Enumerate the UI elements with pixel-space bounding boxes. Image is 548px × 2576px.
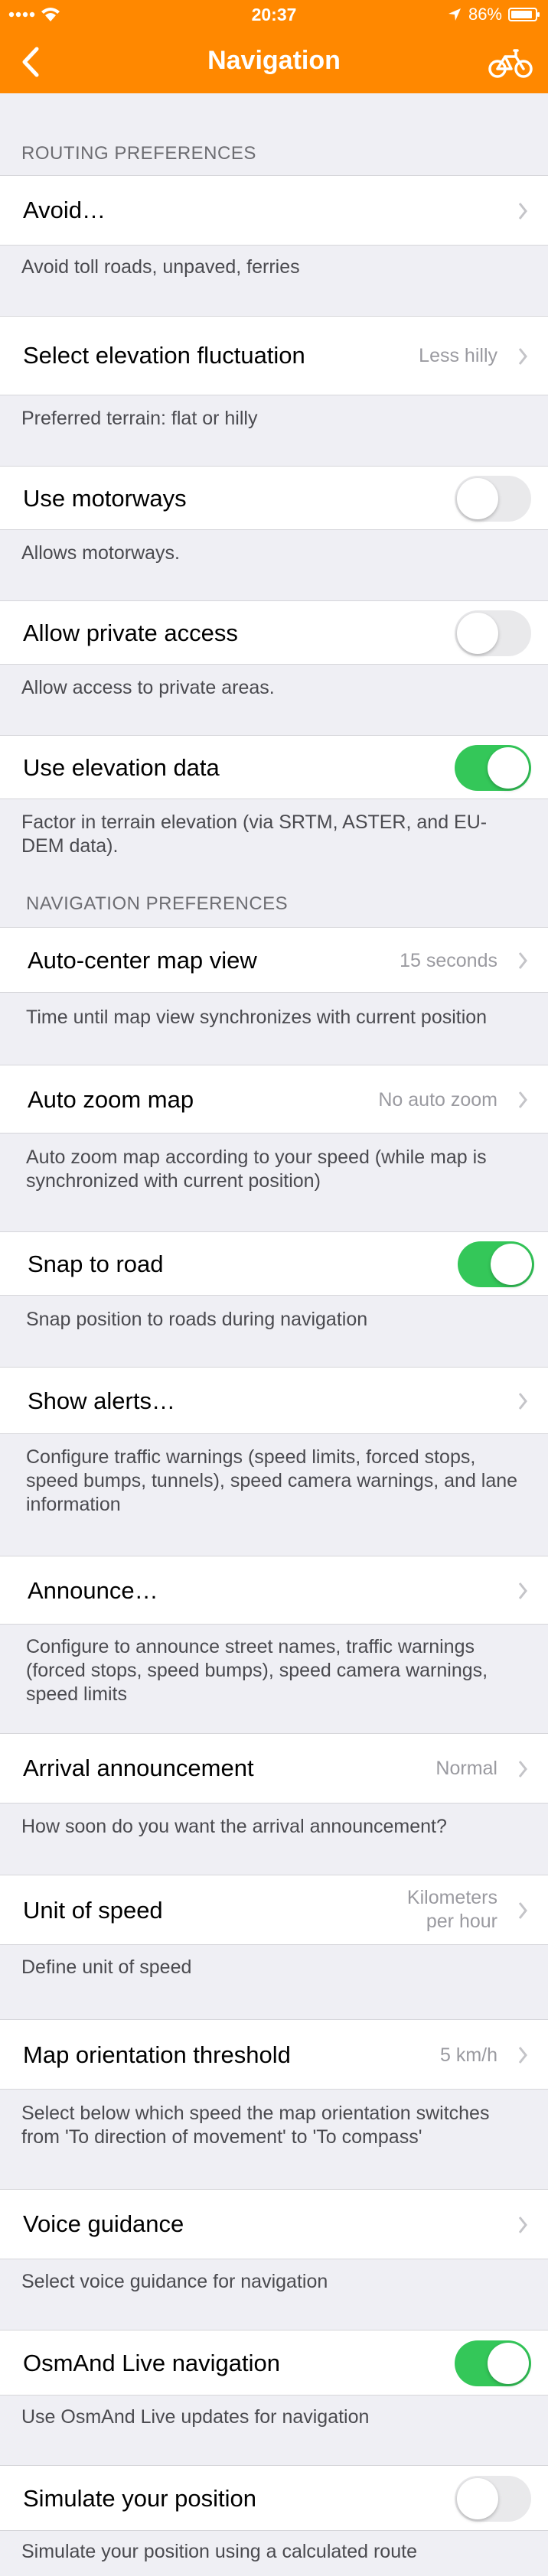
use-elevation-data-label: Use elevation data xyxy=(23,754,220,781)
auto-zoom-value: No auto zoom xyxy=(378,1089,497,1111)
snap-to-road-description: Snap position to roads during navigation xyxy=(26,1309,368,1330)
simulate-position-label: Simulate your position xyxy=(23,2485,256,2512)
profile-button[interactable] xyxy=(488,44,533,80)
chevron-right-icon xyxy=(518,1393,527,1410)
auto-center-description: Time until map view synchronizes with cu… xyxy=(26,1007,488,1028)
use-motorways-description: Allows motorways. xyxy=(21,542,180,564)
chevron-right-icon xyxy=(518,1761,527,1778)
chevron-right-icon xyxy=(518,1091,527,1108)
osmand-live-navigation-label: OsmAnd Live navigation xyxy=(23,2350,281,2376)
arrival-announcement-row[interactable]: Arrival announcement Normal xyxy=(0,1733,548,1804)
allow-private-access-toggle[interactable] xyxy=(455,610,531,656)
arrival-announcement-label: Arrival announcement xyxy=(23,1755,254,1781)
osmand-live-navigation-description: Use OsmAnd Live updates for navigation xyxy=(21,2406,370,2428)
battery-percent: 86% xyxy=(468,5,502,24)
auto-zoom-row[interactable]: Auto zoom map No auto zoom xyxy=(0,1065,548,1134)
auto-zoom-description: Auto zoom map according to your speed (w… xyxy=(26,1147,487,1192)
chevron-right-icon xyxy=(518,2047,527,2064)
voice-guidance-label: Voice guidance xyxy=(23,2210,184,2237)
auto-center-value: 15 seconds xyxy=(400,950,497,971)
allow-private-access-row: Allow private access xyxy=(0,600,548,665)
allow-private-access-label: Allow private access xyxy=(23,620,238,646)
chevron-right-icon xyxy=(518,203,527,220)
map-orientation-threshold-description: Select below which speed the map orienta… xyxy=(21,2103,490,2148)
use-motorways-toggle[interactable] xyxy=(455,476,531,522)
location-arrow-icon xyxy=(448,8,461,21)
auto-center-label: Auto-center map view xyxy=(28,947,257,974)
announce-label: Announce… xyxy=(28,1577,158,1604)
osmand-live-navigation-toggle[interactable] xyxy=(455,2340,531,2386)
use-motorways-row: Use motorways xyxy=(0,466,548,530)
use-elevation-data-toggle[interactable] xyxy=(455,745,531,791)
auto-center-row[interactable]: Auto-center map view 15 seconds xyxy=(0,927,548,993)
chevron-right-icon xyxy=(518,1582,527,1599)
chevron-right-icon xyxy=(518,2217,527,2233)
chevron-right-icon xyxy=(518,1902,527,1919)
status-right: 86% xyxy=(447,5,540,24)
simulate-position-row: Simulate your position xyxy=(0,2465,548,2531)
show-alerts-description: Configure traffic warnings (speed limits… xyxy=(26,1446,518,1515)
avoid-description: Avoid toll roads, unpaved, ferries xyxy=(21,256,300,278)
battery-icon xyxy=(508,8,540,21)
routing-preferences-header: ROUTING PREFERENCES xyxy=(21,143,256,164)
allow-private-access-description: Allow access to private areas. xyxy=(21,677,275,698)
use-elevation-data-row: Use elevation data xyxy=(0,735,548,799)
announce-row[interactable]: Announce… xyxy=(0,1556,548,1625)
nav-bar: Navigation xyxy=(0,31,548,93)
unit-of-speed-value-line1: Kilometers xyxy=(406,1887,497,1908)
page-title: Navigation xyxy=(207,46,341,75)
map-orientation-threshold-value: 5 km/h xyxy=(439,2044,497,2066)
unit-of-speed-value: Kilometers per hour xyxy=(407,1886,497,1934)
simulate-position-toggle[interactable] xyxy=(455,2476,531,2522)
snap-to-road-toggle[interactable] xyxy=(458,1241,534,1287)
chevron-right-icon xyxy=(518,952,527,969)
snap-to-road-label: Snap to road xyxy=(28,1251,164,1277)
osmand-live-navigation-row: OsmAnd Live navigation xyxy=(0,2330,548,2395)
map-orientation-threshold-label: Map orientation threshold xyxy=(23,2041,291,2068)
elevation-fluctuation-value: Less hilly xyxy=(419,345,497,366)
unit-of-speed-row[interactable]: Unit of speed Kilometers per hour xyxy=(0,1875,548,1945)
snap-to-road-row: Snap to road xyxy=(0,1231,548,1296)
unit-of-speed-label: Unit of speed xyxy=(23,1897,163,1924)
bicycle-icon xyxy=(488,49,533,78)
map-orientation-threshold-row[interactable]: Map orientation threshold 5 km/h xyxy=(0,2019,548,2090)
unit-of-speed-description: Define unit of speed xyxy=(21,1956,192,1978)
voice-guidance-description: Select voice guidance for navigation xyxy=(21,2271,328,2292)
auto-zoom-label: Auto zoom map xyxy=(28,1086,194,1113)
elevation-fluctuation-description: Preferred terrain: flat or hilly xyxy=(21,408,258,429)
voice-guidance-row[interactable]: Voice guidance xyxy=(0,2189,548,2259)
arrival-announcement-description: How soon do you want the arrival announc… xyxy=(21,1816,447,1837)
announce-description: Configure to announce street names, traf… xyxy=(26,1636,488,1705)
status-bar: 20:37 86% xyxy=(0,0,548,31)
elevation-fluctuation-label: Select elevation fluctuation xyxy=(23,342,305,369)
show-alerts-row[interactable]: Show alerts… xyxy=(0,1367,548,1434)
unit-of-speed-value-line2: per hour xyxy=(426,1911,497,1932)
navigation-preferences-header: NAVIGATION PREFERENCES xyxy=(26,893,289,914)
avoid-row[interactable]: Avoid… xyxy=(0,175,548,246)
simulate-position-description: Simulate your position using a calculate… xyxy=(21,2541,417,2562)
use-motorways-label: Use motorways xyxy=(23,485,187,512)
elevation-fluctuation-row[interactable]: Select elevation fluctuation Less hilly xyxy=(0,316,548,395)
use-elevation-data-description: Factor in terrain elevation (via SRTM, A… xyxy=(21,812,488,857)
chevron-right-icon xyxy=(518,348,527,365)
avoid-label: Avoid… xyxy=(23,197,106,223)
arrival-announcement-value: Normal xyxy=(435,1758,497,1779)
show-alerts-label: Show alerts… xyxy=(28,1387,175,1414)
